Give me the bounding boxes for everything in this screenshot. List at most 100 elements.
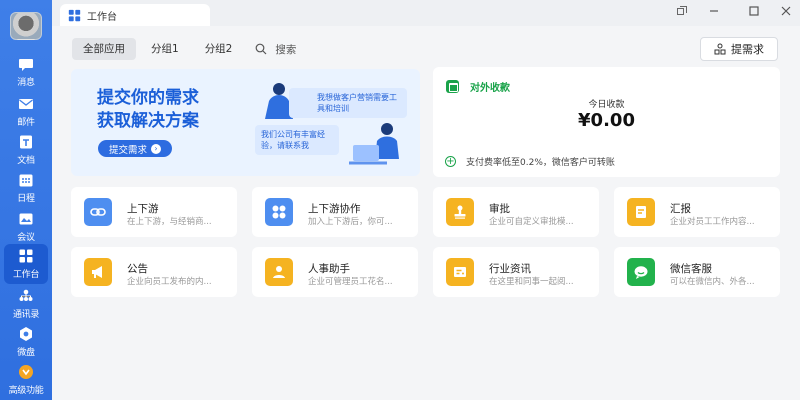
filter-all-apps[interactable]: 全部应用 — [72, 38, 136, 60]
filter-group-1[interactable]: 分组1 — [140, 38, 190, 60]
sidebar-item-label: 工作台 — [12, 270, 40, 280]
app-description: 可以在微信内、外各... — [670, 277, 755, 287]
app-icon-box — [84, 198, 112, 226]
app-icon-box — [446, 198, 474, 226]
cloud-drive-icon — [20, 327, 32, 341]
app-name: 审批 — [489, 203, 510, 215]
app-card-approval[interactable]: 审批 企业可自定义审批模... — [433, 187, 599, 237]
app-icon-box — [84, 258, 112, 286]
news-icon — [454, 267, 466, 277]
illustration-laptop-icon — [349, 123, 399, 165]
wallet-icon — [446, 80, 459, 93]
app-name: 上下游 — [127, 203, 159, 215]
app-description: 企业对员工工作内容... — [670, 217, 755, 227]
app-description: 企业可管理员工花名... — [308, 277, 393, 287]
search-placeholder: 搜索 — [275, 43, 297, 56]
link-icon — [90, 208, 106, 216]
wechat-service-icon — [634, 266, 648, 279]
grid-icon — [272, 205, 286, 219]
report-icon — [636, 206, 646, 218]
app-name: 汇报 — [670, 203, 691, 215]
workbench-icon — [19, 249, 33, 263]
app-icon-box — [265, 198, 293, 226]
today-income-label: 今日收款 — [588, 100, 625, 110]
app-description: 企业可自定义审批模... — [489, 217, 574, 227]
tab-workbench[interactable]: 工作台 — [60, 4, 210, 26]
workbench-icon — [68, 9, 81, 21]
sidebar: 消息 邮件 文档 日程 会议 工作台 通讯录 微盘 高级功能 — [0, 0, 52, 400]
payment-collection-title: 对外收款 — [470, 83, 510, 94]
submit-request-label: 提需求 — [731, 43, 764, 56]
app-card-industry-news[interactable]: 行业资讯 在这里和同事一起阅... — [433, 247, 599, 297]
avatar[interactable] — [10, 12, 42, 40]
sidebar-item-messages[interactable]: 消息 — [0, 52, 52, 92]
sidebar-item-documents[interactable]: 文档 — [0, 130, 52, 170]
app-name: 行业资讯 — [489, 263, 531, 275]
app-icon-box — [627, 198, 655, 226]
sidebar-item-label: 消息 — [17, 78, 35, 88]
request-banner[interactable]: 提交你的需求 获取解决方案 提交需求 › 我想做客户营销需要工具和培训 我们公司… — [71, 69, 420, 176]
app-card-supply-chain-collaboration[interactable]: 上下游协作 加入上下游后，你可... — [252, 187, 418, 237]
app-name: 人事助手 — [308, 263, 350, 275]
banner-submit-label: 提交需求 — [108, 144, 147, 156]
contacts-icon — [19, 289, 33, 301]
sidebar-item-mail[interactable]: 邮件 — [0, 92, 52, 132]
filter-group-2[interactable]: 分组2 — [194, 38, 244, 60]
meeting-icon — [19, 213, 33, 225]
app-card-hr-assistant[interactable]: 人事助手 企业可管理员工花名... — [252, 247, 418, 297]
sidebar-item-label: 高级功能 — [8, 386, 44, 396]
search-icon — [255, 43, 267, 55]
speech-bubble-2: 我们公司有丰富经验，请联系我 — [255, 125, 339, 155]
app-icon-box — [446, 258, 474, 286]
workbench-main: 全部应用 分组1 分组2 搜索 提需求 提交你的需求 获取解决方案 提交需求 ›… — [52, 26, 800, 400]
banner-headline-1: 提交你的需求 — [97, 88, 199, 108]
sidebar-item-label: 会议 — [17, 233, 35, 243]
app-icon-box — [627, 258, 655, 286]
submit-request-button[interactable]: 提需求 — [700, 37, 778, 61]
banner-submit-button[interactable]: 提交需求 › — [98, 140, 172, 157]
sidebar-item-cloud-drive[interactable]: 微盘 — [0, 322, 52, 362]
sidebar-item-label: 微盘 — [17, 348, 35, 358]
app-name: 上下游协作 — [308, 203, 361, 215]
sidebar-item-label: 日程 — [17, 194, 35, 204]
title-bar: 工作台 — [52, 0, 800, 26]
sidebar-item-contacts[interactable]: 通讯录 — [0, 284, 52, 324]
app-description: 在上下游，与经销商... — [127, 217, 212, 227]
mail-icon — [19, 99, 33, 109]
message-icon — [19, 59, 33, 71]
app-card-wechat-customer-service[interactable]: 微信客服 可以在微信内、外各... — [614, 247, 780, 297]
maximize-icon[interactable] — [748, 5, 760, 17]
sidebar-item-workbench[interactable]: 工作台 — [4, 244, 48, 284]
speech-bubble-1: 我想做客户营销需要工具和培训 — [289, 88, 407, 118]
search-field[interactable]: 搜索 — [255, 42, 296, 57]
app-description: 加入上下游后，你可... — [308, 217, 393, 227]
sidebar-item-label: 通讯录 — [12, 310, 40, 320]
tab-title: 工作台 — [87, 11, 117, 23]
app-description: 在这里和同事一起阅... — [489, 277, 574, 287]
pin-window-icon[interactable] — [676, 5, 688, 17]
sidebar-item-meetings[interactable]: 会议 — [0, 207, 52, 247]
stamp-icon — [454, 205, 466, 219]
payment-collection-footer[interactable]: + 支付费率低至0.2%，微信客户可转账 — [445, 155, 615, 168]
app-name: 公告 — [127, 263, 148, 275]
plus-circle-icon: + — [445, 156, 456, 167]
minimize-icon[interactable] — [708, 5, 720, 17]
payment-collection-card[interactable]: 对外收款 今日收款 ¥0.00 + 支付费率低至0.2%，微信客户可转账 — [433, 67, 780, 177]
app-description: 企业向员工发布的内... — [127, 277, 212, 287]
advanced-features-icon — [19, 365, 33, 379]
document-icon — [20, 135, 32, 149]
calendar-icon — [19, 174, 33, 187]
app-icon-box — [265, 258, 293, 286]
sidebar-item-calendar[interactable]: 日程 — [0, 168, 52, 208]
app-card-upstream-downstream[interactable]: 上下游 在上下游，与经销商... — [71, 187, 237, 237]
sidebar-item-advanced[interactable]: 高级功能 — [0, 360, 52, 400]
app-card-report[interactable]: 汇报 企业对员工工作内容... — [614, 187, 780, 237]
today-income-amount: ¥0.00 — [578, 110, 635, 131]
filter-bar: 全部应用 分组1 分组2 搜索 — [72, 38, 296, 60]
app-card-announcement[interactable]: 公告 企业向员工发布的内... — [71, 247, 237, 297]
request-icon — [714, 43, 726, 55]
payment-collection-header: 对外收款 — [446, 79, 510, 94]
close-icon[interactable] — [780, 5, 792, 17]
arrow-right-icon: › — [151, 143, 161, 154]
app-name: 微信客服 — [670, 263, 712, 275]
